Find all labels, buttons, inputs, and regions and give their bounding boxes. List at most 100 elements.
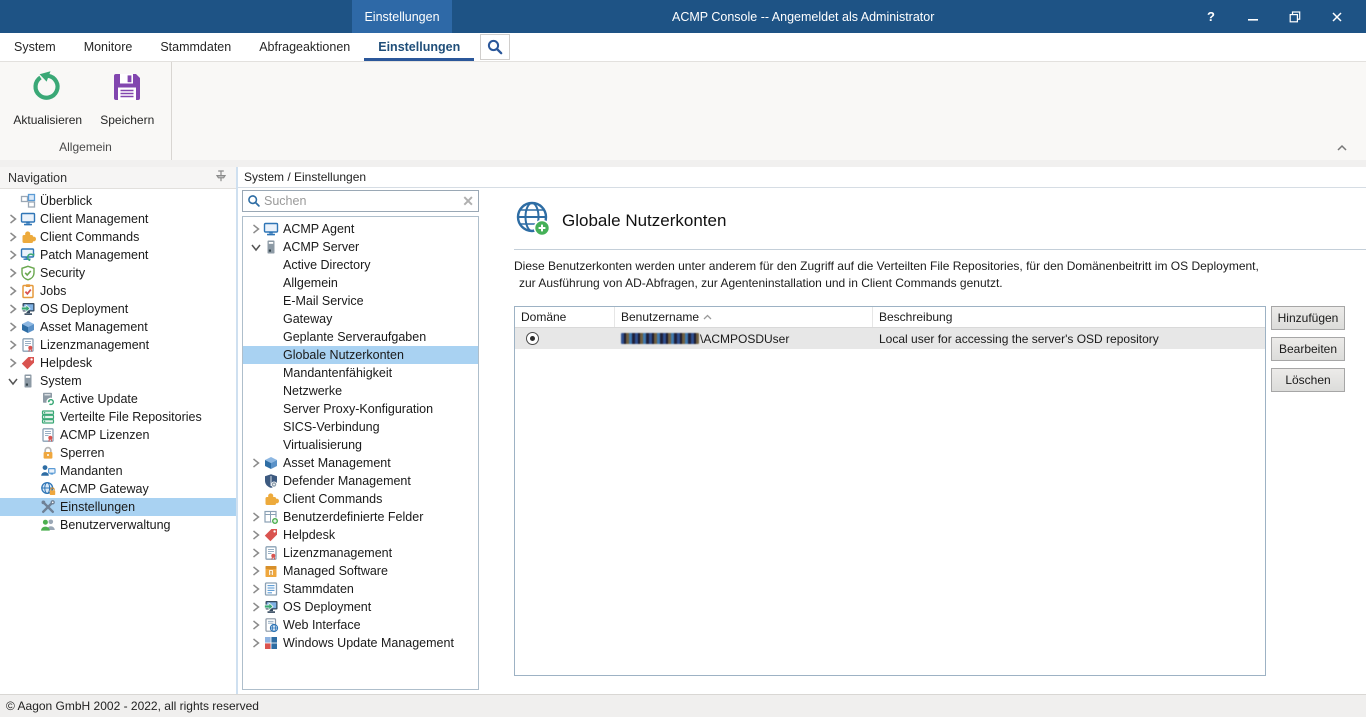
software-icon xyxy=(263,563,283,579)
close-button[interactable] xyxy=(1316,0,1358,33)
tree-item-asset-management[interactable]: Asset Management xyxy=(243,454,478,472)
chevron-right-icon[interactable] xyxy=(249,564,263,578)
tree-item-acmp-agent[interactable]: ACMP Agent xyxy=(243,220,478,238)
edit-button[interactable]: Bearbeiten xyxy=(1271,337,1345,361)
tree-item-geplante-serveraufgaben[interactable]: Geplante Serveraufgaben xyxy=(243,328,478,346)
add-button[interactable]: Hinzufügen xyxy=(1271,306,1345,330)
tree-item-sperren[interactable]: Sperren xyxy=(0,444,236,462)
column-header-benutzername[interactable]: Benutzername xyxy=(615,307,873,327)
chevron-right-icon[interactable] xyxy=(249,546,263,560)
clear-search-icon[interactable]: ✕ xyxy=(462,194,474,208)
tree-item-allgemein[interactable]: Allgemein xyxy=(243,274,478,292)
overview-icon xyxy=(20,193,40,209)
tree-item-asset-management[interactable]: Asset Management xyxy=(0,318,236,336)
tree-item-gateway[interactable]: Gateway xyxy=(243,310,478,328)
tree-item-stammdaten[interactable]: Stammdaten xyxy=(243,580,478,598)
table-actions: Hinzufügen Bearbeiten Löschen xyxy=(1271,306,1351,676)
tree-item-label: Helpdesk xyxy=(40,356,98,370)
tree-item-mandanten[interactable]: Mandanten xyxy=(0,462,236,480)
minimize-button[interactable] xyxy=(1232,0,1274,33)
tree-item-helpdesk[interactable]: Helpdesk xyxy=(243,526,478,544)
tree-item-managed-software[interactable]: Managed Software xyxy=(243,562,478,580)
tree-item-web-interface[interactable]: Web Interface xyxy=(243,616,478,634)
tree-item-verteilte-file-repositories[interactable]: Verteilte File Repositories xyxy=(0,408,236,426)
tree-item-benutzerdefinierte-felder[interactable]: Benutzerdefinierte Felder xyxy=(243,508,478,526)
column-header-domaene[interactable]: Domäne xyxy=(515,307,615,327)
tree-item-acmp-gateway[interactable]: ACMP Gateway xyxy=(0,480,236,498)
tree-item-system[interactable]: System xyxy=(0,372,236,390)
tree-item-security[interactable]: Security xyxy=(0,264,236,282)
chevron-right-icon[interactable] xyxy=(249,222,263,236)
table-row[interactable]: \ACMPOSDUser Local user for accessing th… xyxy=(515,328,1265,349)
chevron-right-icon[interactable] xyxy=(6,338,20,352)
tree-item-server-proxy-konfiguration[interactable]: Server Proxy-Konfiguration xyxy=(243,400,478,418)
tree-item-client-commands[interactable]: Client Commands xyxy=(0,228,236,246)
pin-icon[interactable] xyxy=(214,169,228,186)
refresh-button[interactable]: Aktualisieren xyxy=(10,66,86,137)
chevron-right-icon[interactable] xyxy=(6,230,20,244)
tab-abfrageaktionen[interactable]: Abfrageaktionen xyxy=(245,33,364,61)
tree-item-benutzerverwaltung[interactable]: Benutzerverwaltung xyxy=(0,516,236,534)
chevron-right-icon[interactable] xyxy=(249,528,263,542)
table-header: Domäne Benutzername Beschreibung xyxy=(515,307,1265,328)
tree-item-berblick[interactable]: Überblick xyxy=(0,192,236,210)
tree-item-lizenzmanagement[interactable]: Lizenzmanagement xyxy=(0,336,236,354)
chevron-right-icon[interactable] xyxy=(6,356,20,370)
help-button[interactable]: ? xyxy=(1190,0,1232,33)
chevron-right-icon[interactable] xyxy=(249,618,263,632)
save-icon xyxy=(110,70,144,107)
chevron-right-icon[interactable] xyxy=(6,248,20,262)
chevron-right-icon[interactable] xyxy=(249,600,263,614)
chevron-right-icon[interactable] xyxy=(249,456,263,470)
ribbon-search-button[interactable] xyxy=(480,34,510,60)
chevron-right-icon[interactable] xyxy=(6,212,20,226)
tree-item-e-mail-service[interactable]: E-Mail Service xyxy=(243,292,478,310)
tree-item-client-management[interactable]: Client Management xyxy=(0,210,236,228)
tree-item-acmp-server[interactable]: ACMP Server xyxy=(243,238,478,256)
detail-panel: Globale Nutzerkonten Diese Benutzerkonte… xyxy=(481,188,1366,694)
tree-item-os-deployment[interactable]: OS Deployment xyxy=(243,598,478,616)
tree-item-einstellungen[interactable]: Einstellungen xyxy=(0,498,236,516)
chevron-right-icon[interactable] xyxy=(6,302,20,316)
tree-item-lizenzmanagement[interactable]: Lizenzmanagement xyxy=(243,544,478,562)
tab-monitore[interactable]: Monitore xyxy=(70,33,147,61)
tab-system[interactable]: System xyxy=(0,33,70,61)
tree-item-label: Überblick xyxy=(40,194,98,208)
tab-stammdaten[interactable]: Stammdaten xyxy=(146,33,245,61)
save-button[interactable]: Speichern xyxy=(90,66,166,137)
tree-item-label: Client Commands xyxy=(40,230,145,244)
tree-item-windows-update-management[interactable]: Windows Update Management xyxy=(243,634,478,652)
tree-item-patch-management[interactable]: Patch Management xyxy=(0,246,236,264)
settings-search-input[interactable] xyxy=(264,194,462,208)
chevron-right-icon[interactable] xyxy=(249,582,263,596)
tree-item-jobs[interactable]: Jobs xyxy=(0,282,236,300)
chevron-right-icon[interactable] xyxy=(6,266,20,280)
status-bar: © Aagon GmbH 2002 - 2022, all rights res… xyxy=(0,694,1366,717)
tree-item-sics-verbindung[interactable]: SICS-Verbindung xyxy=(243,418,478,436)
chevron-down-icon[interactable] xyxy=(249,240,263,254)
chevron-right-icon[interactable] xyxy=(6,320,20,334)
delete-button[interactable]: Löschen xyxy=(1271,368,1345,392)
tree-item-active-update[interactable]: Active Update xyxy=(0,390,236,408)
chevron-right-icon[interactable] xyxy=(249,636,263,650)
chevron-right-icon[interactable] xyxy=(249,510,263,524)
chevron-right-icon[interactable] xyxy=(6,284,20,298)
collapse-ribbon-button[interactable] xyxy=(1334,142,1350,154)
column-header-beschreibung[interactable]: Beschreibung xyxy=(873,307,1265,327)
tree-item-client-commands[interactable]: Client Commands xyxy=(243,490,478,508)
tree-item-virtualisierung[interactable]: Virtualisierung xyxy=(243,436,478,454)
tree-item-helpdesk[interactable]: Helpdesk xyxy=(0,354,236,372)
radio-selected-icon[interactable] xyxy=(526,332,539,345)
tree-item-acmp-lizenzen[interactable]: ACMP Lizenzen xyxy=(0,426,236,444)
chevron-down-icon[interactable] xyxy=(6,374,20,388)
tree-item-defender-management[interactable]: Defender Management xyxy=(243,472,478,490)
tree-item-globale-nutzerkonten[interactable]: Globale Nutzerkonten xyxy=(243,346,478,364)
ribbon-tab-bar: System Monitore Stammdaten Abfrageaktion… xyxy=(0,33,1366,62)
tree-item-netzwerke[interactable]: Netzwerke xyxy=(243,382,478,400)
tree-item-os-deployment[interactable]: OS Deployment xyxy=(0,300,236,318)
restore-button[interactable] xyxy=(1274,0,1316,33)
tab-einstellungen[interactable]: Einstellungen xyxy=(364,33,474,61)
tree-item-active-directory[interactable]: Active Directory xyxy=(243,256,478,274)
tree-item-mandantenf-higkeit[interactable]: Mandantenfähigkeit xyxy=(243,364,478,382)
titlebar-active-tab[interactable]: Einstellungen xyxy=(352,0,452,33)
